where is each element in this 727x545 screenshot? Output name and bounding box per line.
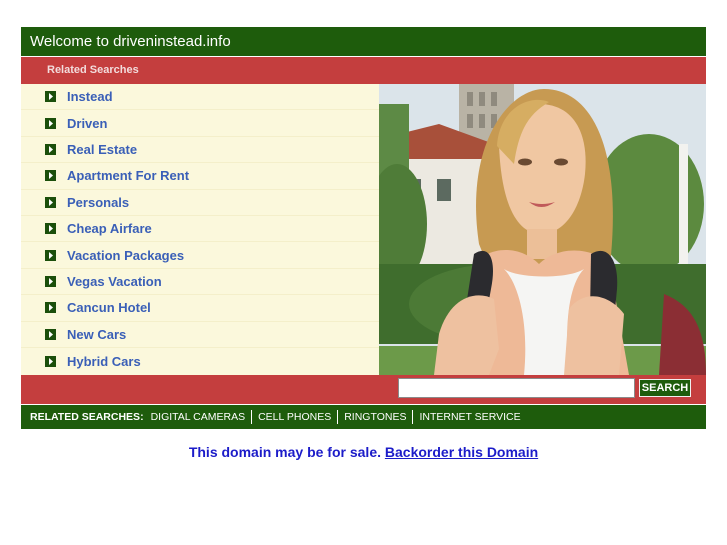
main-content: Instead Driven Real Estate Apartment For… [21, 84, 706, 375]
chevron-right-icon [45, 355, 56, 367]
bottom-related-label: RELATED SEARCHES: [30, 411, 144, 423]
list-item[interactable]: Personals [21, 190, 379, 216]
sale-text: This domain may be for sale. [188, 444, 381, 460]
chevron-right-icon [45, 275, 56, 287]
related-link[interactable]: Cancun Hotel [67, 300, 151, 315]
related-link[interactable]: Real Estate [67, 142, 137, 157]
related-link[interactable]: Vegas Vacation [67, 274, 162, 289]
student-photo-illustration [379, 84, 706, 375]
related-link[interactable]: Driven [67, 116, 107, 131]
related-link[interactable]: Vacation Packages [67, 248, 184, 263]
page-title: Welcome to driveninstead.info [30, 33, 231, 50]
chevron-right-icon [45, 249, 56, 261]
bottom-link-internet-service[interactable]: INTERNET SERVICE [412, 410, 526, 424]
chevron-right-icon [45, 117, 56, 129]
list-item[interactable]: Driven [21, 110, 379, 137]
related-link[interactable]: New Cars [67, 327, 126, 342]
backorder-link[interactable]: Backorder this Domain [385, 444, 538, 460]
bottom-link-ringtones[interactable]: RINGTONES [337, 410, 412, 424]
list-item[interactable]: Vacation Packages [21, 242, 379, 269]
list-item[interactable]: Vegas Vacation [21, 269, 379, 296]
chevron-right-icon [45, 91, 56, 103]
related-links-list: Instead Driven Real Estate Apartment For… [21, 84, 379, 375]
list-item[interactable]: Apartment For Rent [21, 163, 379, 190]
related-link[interactable]: Personals [67, 195, 129, 210]
domain-sale-notice: This domain may be for sale. Backorder t… [0, 444, 727, 460]
chevron-right-icon [45, 196, 56, 208]
chevron-right-icon [45, 302, 56, 314]
search-bar: SEARCH [21, 375, 706, 404]
chevron-right-icon [45, 143, 56, 155]
list-item[interactable]: New Cars [21, 322, 379, 348]
bottom-link-cell-phones[interactable]: CELL PHONES [251, 410, 337, 424]
related-link[interactable]: Cheap Airfare [67, 221, 152, 236]
bottom-related-bar: RELATED SEARCHES: DIGITAL CAMERAS CELL P… [21, 405, 706, 429]
page-header: Welcome to driveninstead.info [21, 27, 706, 56]
list-item[interactable]: Instead [21, 84, 379, 111]
chevron-right-icon [45, 170, 56, 182]
bottom-link-digital-cameras[interactable]: DIGITAL CAMERAS [151, 410, 252, 424]
list-item[interactable]: Real Estate [21, 137, 379, 164]
chevron-right-icon [45, 328, 56, 340]
related-link[interactable]: Hybrid Cars [67, 354, 141, 369]
search-input[interactable] [398, 378, 635, 398]
hero-photo [379, 84, 706, 375]
list-item[interactable]: Cancun Hotel [21, 295, 379, 322]
page-container: Welcome to driveninstead.info Related Se… [21, 27, 706, 429]
search-button[interactable]: SEARCH [639, 379, 691, 397]
chevron-right-icon [45, 223, 56, 235]
related-link[interactable]: Apartment For Rent [67, 168, 189, 183]
related-searches-heading: Related Searches [47, 64, 139, 76]
related-link[interactable]: Instead [67, 89, 113, 104]
related-searches-bar: Related Searches [21, 57, 706, 84]
list-item[interactable]: Hybrid Cars [21, 348, 379, 374]
list-item[interactable]: Cheap Airfare [21, 216, 379, 243]
